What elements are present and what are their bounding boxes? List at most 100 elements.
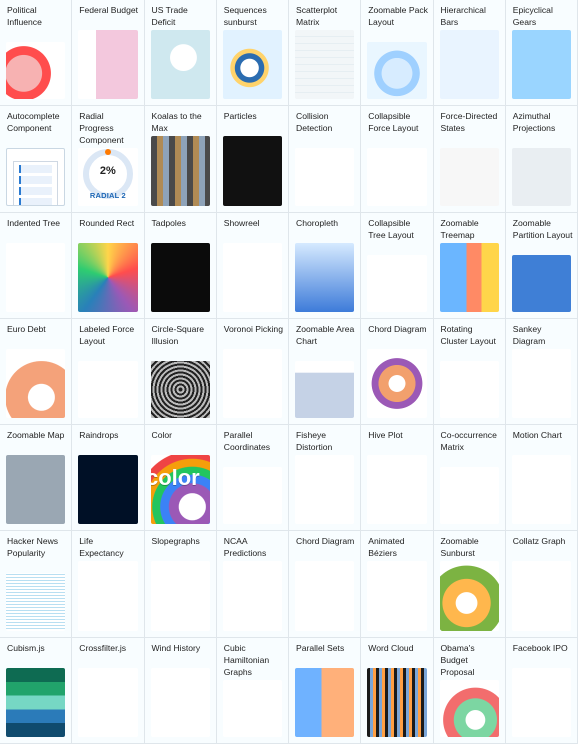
gallery-tile[interactable]: Radial Progress Component 2% RADIAL 2 (72, 106, 145, 213)
tile-title: Zoomable Pack Layout (368, 5, 428, 27)
gallery-tile[interactable]: Scatterplot Matrix (289, 0, 362, 107)
gallery-tile[interactable]: Labeled Force Layout (72, 318, 145, 426)
thumbnail-image (78, 360, 138, 419)
gallery-tile[interactable]: Crossfilter.js (72, 637, 145, 744)
gallery-tile[interactable]: Cubism.js (0, 637, 73, 744)
tile-title: Animated Béziers (368, 536, 405, 559)
thumbnail-image (295, 455, 355, 525)
gallery-tile[interactable]: Collapsible Tree Layout (361, 212, 434, 319)
gallery-tile[interactable]: NCAA Predictions (216, 531, 289, 638)
gallery-tile[interactable]: Indented Tree (0, 212, 73, 319)
gallery-tile[interactable]: Wind History (144, 637, 217, 744)
gallery-tile[interactable]: Cubic Hamiltonian Graphs (216, 637, 289, 744)
gallery-tile[interactable]: Zoomable Treemap (433, 212, 506, 319)
thumbnail-image (6, 242, 66, 312)
gallery-tile[interactable]: Facebook IPO (505, 637, 578, 744)
thumbnail-image (150, 561, 210, 631)
tile-title: Euro Debt (7, 323, 46, 334)
gallery-tile[interactable]: Rounded Rect (72, 212, 145, 319)
gallery-tile[interactable]: Fisheye Distortion (289, 425, 362, 532)
gallery-tile[interactable]: Obama's Budget Proposal (433, 637, 506, 744)
thumbnail-image (6, 148, 66, 206)
tile-title: Zoomable Treemap (440, 217, 479, 240)
thumbnail-image (222, 136, 282, 206)
gallery-tile[interactable]: Parallel Sets (289, 637, 362, 744)
thumbnail-image (295, 360, 355, 419)
thumbnail-image (439, 561, 499, 631)
tile-title: Azimuthal Projections (512, 111, 556, 134)
right-grid: Scatterplot Matrix Zoomable Pack Layout Hi… (289, 0, 578, 744)
gallery-tile[interactable]: Force-Directed States (433, 106, 506, 213)
gallery-tile[interactable]: Zoomable Map (0, 425, 73, 532)
thumbnail-image (150, 242, 210, 312)
tile-title: Motion Chart (512, 430, 562, 441)
tile-title: Indented Tree (7, 217, 61, 228)
gallery-tile[interactable]: Parallel Coordinates (216, 425, 289, 532)
thumbnail-image (367, 455, 427, 525)
thumbnail-image (222, 30, 282, 100)
gallery-tile[interactable]: Hive Plot (361, 425, 434, 532)
gallery-tile[interactable]: Animated Béziers (361, 531, 434, 638)
tile-title: Obama's Budget Proposal (440, 642, 475, 677)
gallery-tile[interactable]: Rotating Cluster Layout (433, 318, 506, 426)
gallery-tile[interactable]: Raindrops (72, 425, 145, 532)
gallery-tile[interactable]: Tadpoles (144, 212, 217, 319)
tile-title: Particles (223, 111, 257, 122)
thumbnail-image (367, 42, 427, 100)
thumbnail-image (295, 148, 355, 206)
gallery-tile[interactable]: Circle-Square Illusion (144, 318, 217, 426)
gallery-tile[interactable]: Life Expectancy (72, 531, 145, 638)
gallery-tile[interactable]: Political Influence (0, 0, 73, 107)
gallery-tile[interactable]: Zoomable Sunburst (433, 531, 506, 638)
gallery-tile[interactable]: Chord Diagram (361, 318, 434, 426)
gallery-tile[interactable]: Showreel (216, 212, 289, 319)
autocomplete-suggestion (19, 165, 53, 174)
tile-title: Hive Plot (368, 430, 403, 441)
gallery-tile[interactable]: Azimuthal Projections (505, 106, 578, 213)
gallery-tile[interactable]: Slopegraphs (144, 531, 217, 638)
gallery-tile[interactable]: Collision Detection (289, 106, 362, 213)
gallery-tile[interactable]: Euro Debt (0, 318, 73, 426)
thumbnail-image (367, 254, 427, 312)
tile-title: Federal Budget (79, 5, 139, 15)
gallery-tile[interactable]: Co-occurrence Matrix (433, 425, 506, 532)
gallery-tile[interactable]: Sankey Diagram (505, 318, 578, 426)
thumbnail-image (78, 561, 138, 631)
tile-title: Cubic Hamiltonian Graphs (223, 642, 270, 677)
thumbnail-image (511, 561, 571, 631)
gallery-tile[interactable]: Zoomable Area Chart (289, 318, 362, 426)
tile-title: Koalas to the Max (151, 111, 202, 134)
gallery-tile[interactable]: Sequences sunburst (216, 0, 289, 107)
gallery-tile[interactable]: Collatz Graph (505, 531, 578, 638)
thumbnail-image (295, 242, 355, 312)
gallery-tile[interactable]: Hacker News Popularity (0, 531, 73, 638)
tile-title: Co-occurrence Matrix (440, 430, 497, 453)
tile-title: Life Expectancy (79, 536, 124, 559)
thumbnail-image (511, 667, 571, 737)
left-gallery-panel: Political Influence Federal Budget US Trad… (0, 0, 289, 744)
gallery-tile[interactable]: Zoomable Partition Layout (505, 212, 578, 319)
gallery-tile[interactable]: Hierarchical Bars (433, 0, 506, 107)
gallery-tile[interactable]: Particles (216, 106, 289, 213)
gallery-tile[interactable]: Choropleth (289, 212, 362, 319)
gallery-tile[interactable]: Autocomplete Component (0, 106, 73, 213)
gallery-tile[interactable]: Epicyclical Gears (505, 0, 578, 107)
tile-title: Chord Diagram (296, 536, 355, 547)
gallery-tile[interactable]: Word Cloud (361, 637, 434, 744)
gallery-tile[interactable]: Voronoi Picking (216, 318, 289, 426)
gallery-tile[interactable]: Chord Diagram (289, 531, 362, 638)
autocomplete-suggestion (19, 198, 53, 205)
gallery-tile[interactable]: Color color (144, 425, 217, 532)
thumbnail-image (439, 360, 499, 419)
thumbnail-image (78, 242, 138, 312)
gallery-tile[interactable]: Zoomable Pack Layout (361, 0, 434, 107)
tile-title: Collapsible Force Layout (368, 111, 419, 134)
gallery-tile[interactable]: Federal Budget (72, 0, 145, 107)
gallery-tile[interactable]: Collapsible Force Layout (361, 106, 434, 213)
gallery-tile[interactable]: Motion Chart (505, 425, 578, 532)
gallery-tile[interactable]: Koalas to the Max (144, 106, 217, 213)
gallery-tile[interactable]: US Trade Deficit (144, 0, 217, 107)
tile-title: Zoomable Map (7, 430, 65, 441)
tile-title: Choropleth (296, 217, 339, 228)
tile-title: Tadpoles (151, 217, 186, 228)
